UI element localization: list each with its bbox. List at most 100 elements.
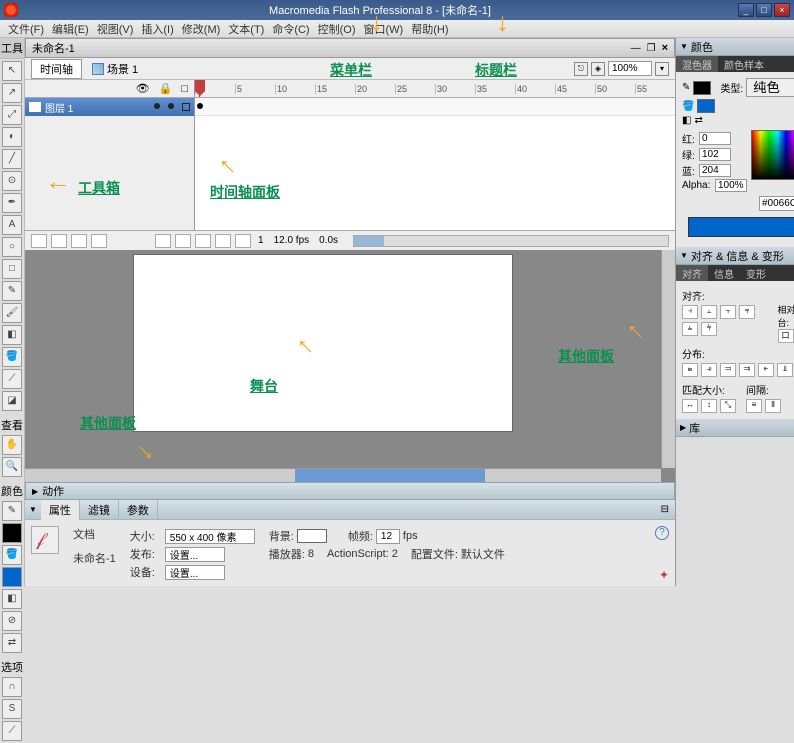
smooth-option[interactable]: S <box>2 699 22 719</box>
layer-outline-toggle[interactable] <box>182 103 190 111</box>
fill-color-swatch[interactable] <box>2 567 22 587</box>
library-panel-header[interactable]: ▶库 ⊟ <box>676 419 794 437</box>
color-picker[interactable] <box>751 130 794 180</box>
menu-text[interactable]: 文本(T) <box>224 21 268 37</box>
pencil-tool[interactable]: ✎ <box>2 281 22 301</box>
straighten-option[interactable]: ⟋ <box>2 721 22 741</box>
scene-label[interactable]: 场景 1 <box>107 61 138 77</box>
snap-option[interactable]: ∩ <box>2 677 22 697</box>
edit-symbol-icon[interactable]: ◈ <box>591 62 605 76</box>
hex-input[interactable] <box>759 196 794 211</box>
b-input[interactable] <box>699 164 731 177</box>
menu-edit[interactable]: 编辑(E) <box>48 21 93 37</box>
menu-control[interactable]: 控制(O) <box>314 21 360 37</box>
actions-panel-header[interactable]: ▶ 动作 <box>25 482 675 500</box>
menu-insert[interactable]: 插入(I) <box>137 21 177 37</box>
edit-multiple-frames-button[interactable] <box>215 234 231 248</box>
default-colors-button[interactable]: ◧ <box>2 589 22 609</box>
stage-h-scrollbar[interactable] <box>25 468 661 482</box>
zoom-tool[interactable]: 🔍 <box>2 457 22 477</box>
fill-swatch[interactable] <box>697 99 715 113</box>
zoom-dropdown-icon[interactable]: ▾ <box>655 62 669 76</box>
dist-hcenter-icon[interactable]: ⫦ <box>758 363 774 377</box>
timeline-button[interactable]: 时间轴 <box>31 59 82 79</box>
menu-modify[interactable]: 修改(M) <box>178 21 225 37</box>
close-button[interactable]: × <box>774 3 790 17</box>
selection-tool[interactable]: ↖ <box>2 61 22 81</box>
tab-mixer[interactable]: 混色器 <box>676 56 718 72</box>
tab-transform[interactable]: 变形 <box>740 265 772 281</box>
modify-onion-markers-button[interactable] <box>235 234 251 248</box>
tab-filters[interactable]: 滤镜 <box>80 500 119 520</box>
swap-colors-button[interactable]: ⇄ <box>2 633 22 653</box>
props-collapse-icon[interactable]: ▼ <box>25 505 41 514</box>
timeline-scrollbar[interactable] <box>353 235 669 247</box>
stage-v-scrollbar[interactable] <box>661 250 675 468</box>
paint-bucket-tool[interactable]: 🪣 <box>2 347 22 367</box>
free-transform-tool[interactable]: ⤢ <box>2 105 22 125</box>
edit-scene-icon[interactable]: ⎋ <box>574 62 588 76</box>
align-bottom-icon[interactable]: ⫩ <box>701 322 717 336</box>
frame-ruler[interactable]: 1 5 10 15 20 25 30 35 40 45 50 55 <box>195 80 675 97</box>
layer-name[interactable]: 图层 1 <box>45 100 73 115</box>
eye-icon[interactable]: 👁 <box>136 82 150 95</box>
playhead[interactable] <box>195 80 205 97</box>
menu-view[interactable]: 视图(V) <box>93 21 138 37</box>
align-panel-header[interactable]: ▼对齐 & 信息 & 变形 ⊟ <box>676 247 794 265</box>
menu-window[interactable]: 窗口(W) <box>360 21 408 37</box>
color-panel-header[interactable]: ▼颜色 ⊟ <box>676 38 794 56</box>
swap-colors-icon[interactable]: ⇄ <box>694 115 702 126</box>
lasso-tool[interactable]: ⊙ <box>2 171 22 191</box>
align-vcenter-icon[interactable]: ⫨ <box>682 322 698 336</box>
eyedropper-tool[interactable]: ⟋ <box>2 369 22 389</box>
tab-align[interactable]: 对齐 <box>676 265 708 281</box>
insert-motion-guide-button[interactable] <box>51 234 67 248</box>
fps-input[interactable] <box>376 529 400 544</box>
tab-parameters[interactable]: 参数 <box>119 500 158 520</box>
ink-bottle-tool[interactable]: ◧ <box>2 325 22 345</box>
maximize-button[interactable]: □ <box>756 3 772 17</box>
fill-type-select[interactable]: 纯色 <box>746 78 794 97</box>
fill-color-tool[interactable]: 🪣 <box>2 545 22 565</box>
space-v-icon[interactable]: ≡ <box>746 399 762 413</box>
stroke-swatch[interactable] <box>693 81 711 95</box>
layer-visible-dot[interactable] <box>154 103 160 109</box>
to-stage-button[interactable]: 口 <box>778 329 794 343</box>
alpha-input[interactable] <box>715 179 747 192</box>
tab-properties[interactable]: 属性 <box>41 500 80 520</box>
zoom-level-input[interactable] <box>608 61 652 76</box>
match-width-icon[interactable]: ↔ <box>682 399 698 413</box>
panel-menu-icon[interactable]: ⊟ <box>661 504 675 515</box>
onion-skin-button[interactable] <box>175 234 191 248</box>
outline-icon[interactable]: □ <box>181 83 188 95</box>
align-top-icon[interactable]: ⫧ <box>739 305 755 319</box>
stroke-color-swatch[interactable] <box>2 523 22 543</box>
menu-help[interactable]: 帮助(H) <box>407 21 452 37</box>
publish-settings-button[interactable] <box>165 547 225 562</box>
eraser-tool[interactable]: ◪ <box>2 391 22 411</box>
device-settings-button[interactable] <box>165 565 225 580</box>
tab-swatches[interactable]: 颜色样本 <box>718 56 770 72</box>
g-input[interactable] <box>699 148 731 161</box>
dist-bottom-icon[interactable]: ⫤ <box>720 363 736 377</box>
background-swatch[interactable] <box>297 529 327 543</box>
insert-layer-button[interactable] <box>31 234 47 248</box>
no-color-button[interactable]: ⊘ <box>2 611 22 631</box>
match-height-icon[interactable]: ↕ <box>701 399 717 413</box>
subselection-tool[interactable]: ↗ <box>2 83 22 103</box>
line-tool[interactable]: ╱ <box>2 149 22 169</box>
lock-icon[interactable]: 🔒 <box>159 82 173 95</box>
document-tab[interactable]: 未命名-1 <box>32 40 75 56</box>
layer-lock-dot[interactable] <box>168 103 174 109</box>
doc-close-button[interactable]: × <box>662 42 668 54</box>
default-colors-icon[interactable]: ◧ <box>682 115 691 126</box>
tab-info[interactable]: 信息 <box>708 265 740 281</box>
insert-folder-button[interactable] <box>71 234 87 248</box>
frames-track[interactable] <box>195 98 675 230</box>
align-right-icon[interactable]: ⫟ <box>720 305 736 319</box>
space-h-icon[interactable]: ⫴ <box>765 399 781 413</box>
gradient-transform-tool[interactable]: ◐ <box>2 127 22 147</box>
doc-minimize-button[interactable]: — <box>631 43 641 54</box>
center-frame-button[interactable] <box>155 234 171 248</box>
doc-restore-button[interactable]: ❐ <box>647 43 656 54</box>
